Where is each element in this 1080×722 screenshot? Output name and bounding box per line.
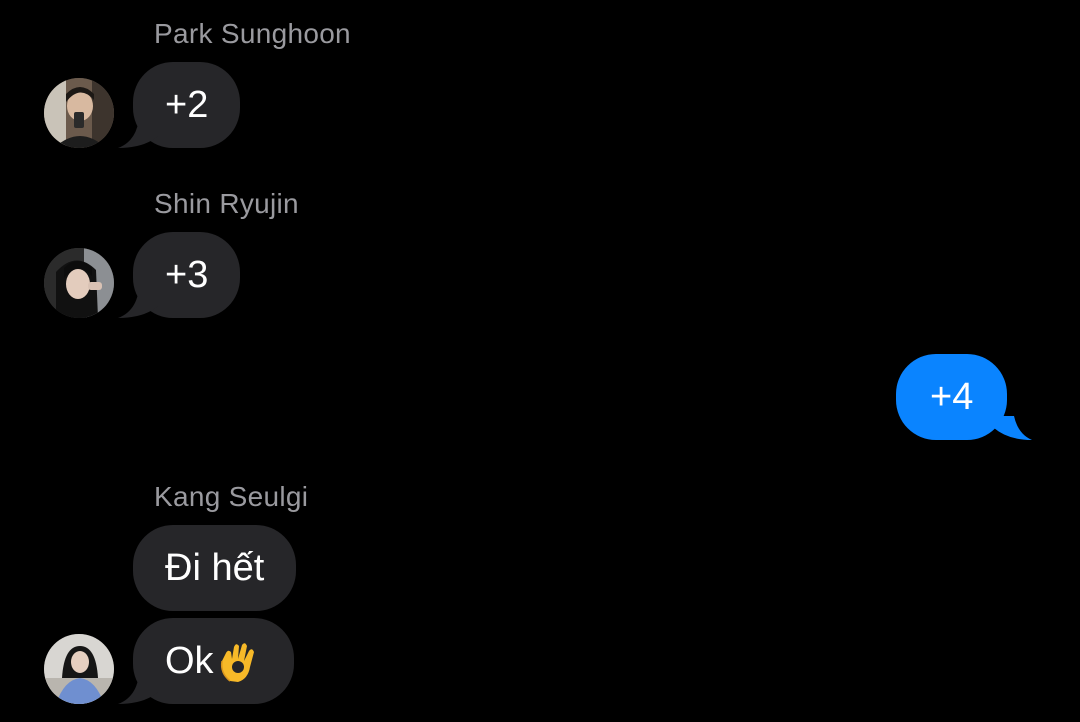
bubble-tail: [994, 416, 1032, 440]
message-text: +2: [165, 83, 209, 126]
bubble-tail: [118, 294, 158, 318]
avatar[interactable]: [44, 248, 114, 318]
sender-name: Kang Seulgi: [154, 481, 309, 512]
message-bubble[interactable]: Đi hết: [133, 525, 297, 611]
message-text: Ok: [165, 639, 214, 682]
message-text: Đi hết: [165, 546, 265, 589]
bubble-tail: [118, 680, 158, 704]
message-text: +3: [165, 253, 209, 296]
message-text: +4: [930, 375, 974, 418]
outgoing-message-bubble[interactable]: +4: [896, 354, 1008, 440]
avatar-photo-shin-ryujin-icon: [44, 248, 114, 318]
sender-name: Shin Ryujin: [154, 188, 299, 219]
avatar-photo-kang-seulgi-icon: [44, 634, 114, 704]
avatar[interactable]: [44, 634, 114, 704]
avatar-photo-park-sunghoon-icon: [44, 78, 114, 148]
avatar[interactable]: [44, 78, 114, 148]
sender-name: Park Sunghoon: [154, 18, 351, 49]
bubble-tail: [118, 124, 158, 148]
ok-hand-emoji-icon: [220, 643, 254, 682]
